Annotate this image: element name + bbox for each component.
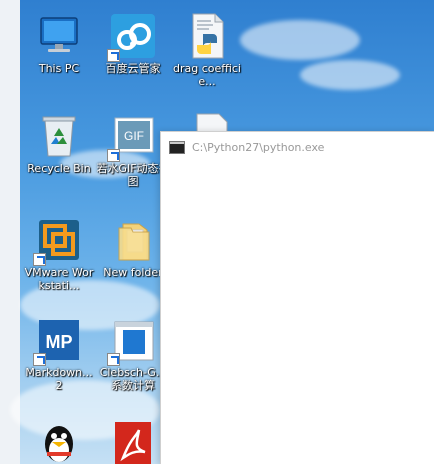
icon-label: New folder (103, 266, 163, 279)
desktop-left-edge (0, 0, 20, 464)
icon-label: This PC (38, 62, 80, 75)
icon-label: 百度云管家 (105, 62, 161, 75)
desktop-icon-vmware[interactable]: VMware Workstati... (22, 216, 96, 292)
markdownpad-icon: MP (33, 316, 83, 366)
desktop: This PC 百度云管家 drag coefficie... Recycle … (0, 0, 434, 464)
desktop-icon-drag-coefficient[interactable]: drag coefficie... (170, 12, 244, 88)
vmware-icon (33, 216, 83, 266)
shortcut-arrow-icon (107, 353, 120, 366)
python-file-icon (183, 12, 231, 60)
desktop-icon-recycle-bin[interactable]: Recycle Bin (22, 112, 96, 175)
icon-label: Recycle Bin (27, 162, 91, 175)
desktop-icon-gif-capture[interactable]: GIF 若水GIF动态截图 (96, 112, 170, 188)
cloud (300, 60, 400, 90)
python-console-window[interactable]: C:\Python27\python.exe (160, 131, 434, 464)
mp-icon-text: MP (46, 332, 73, 352)
adobe-pdf-icon (109, 418, 157, 464)
desktop-icon-new-folder[interactable]: New folder (96, 216, 170, 279)
recycle-bin-icon (35, 112, 83, 160)
desktop-icon-baidu-yun[interactable]: 百度云管家 (96, 12, 170, 75)
desktop-icon-markdown[interactable]: MP Markdown... 2 (22, 316, 96, 392)
desktop-icon-adobe-reader[interactable] (96, 418, 170, 464)
console-title: C:\Python27\python.exe (192, 140, 325, 154)
shortcut-arrow-icon (33, 353, 46, 366)
icon-label: 若水GIF动态截图 (96, 162, 170, 188)
baidu-cloud-icon (107, 12, 157, 62)
app-window-icon (107, 316, 157, 366)
shortcut-arrow-icon (33, 253, 46, 266)
qq-penguin-icon (35, 418, 83, 464)
console-titlebar[interactable]: C:\Python27\python.exe (161, 132, 434, 162)
shortcut-arrow-icon (107, 49, 120, 62)
desktop-icon-this-pc[interactable]: This PC (22, 12, 96, 75)
shortcut-arrow-icon (107, 149, 120, 162)
monitor-icon (35, 12, 83, 60)
gif-icon-text: GIF (124, 129, 144, 143)
desktop-icon-qq[interactable] (22, 418, 96, 464)
gif-icon: GIF (107, 112, 157, 162)
icon-label: Markdown... 2 (25, 366, 93, 392)
icon-label: drag coefficie... (172, 62, 241, 88)
cloud (240, 20, 360, 60)
console-icon (169, 140, 185, 154)
icon-label: Clebsch-G... 系数计算 (99, 366, 167, 392)
folder-icon (109, 216, 157, 264)
desktop-icon-clebsch-gordan[interactable]: Clebsch-G... 系数计算 (96, 316, 170, 392)
icon-label: VMware Workstati... (24, 266, 94, 292)
